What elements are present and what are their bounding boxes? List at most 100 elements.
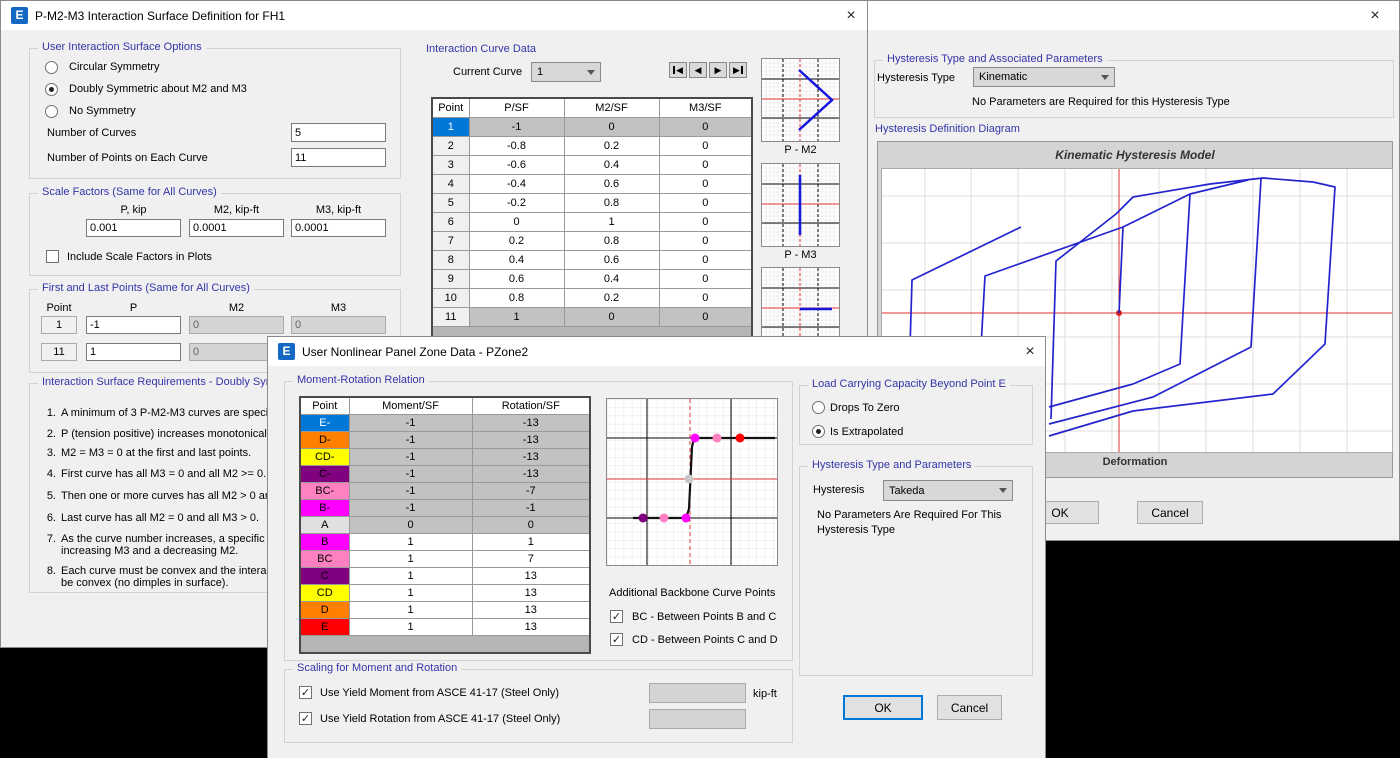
row-value-cell[interactable]: -1 — [349, 432, 472, 449]
row-point-cell[interactable]: 9 — [432, 270, 469, 289]
row-point-cell[interactable]: 2 — [432, 137, 469, 156]
row-value-cell[interactable]: -1 — [349, 449, 472, 466]
row-value-cell[interactable]: 0 — [659, 194, 752, 213]
row-point-cell[interactable]: 4 — [432, 175, 469, 194]
row-value-cell[interactable]: -1 — [349, 483, 472, 500]
row-point-cell[interactable]: B- — [300, 500, 349, 517]
row-value-cell[interactable]: 0 — [469, 213, 564, 232]
row-value-cell[interactable]: -1 — [349, 415, 472, 432]
table-row[interactable]: E--1-13 — [300, 415, 590, 432]
row-value-cell[interactable]: 0.8 — [564, 194, 659, 213]
row-value-cell[interactable]: -13 — [472, 449, 590, 466]
row-value-cell[interactable]: -13 — [472, 432, 590, 449]
row-point-cell[interactable]: E — [300, 619, 349, 636]
num-points-input[interactable]: 11 — [291, 148, 386, 167]
row-point-cell[interactable]: 3 — [432, 156, 469, 175]
row-value-cell[interactable]: 0 — [564, 308, 659, 327]
bc-points-checkbox[interactable]: ✓ — [610, 610, 623, 623]
nav-first-button[interactable]: ◀ — [669, 62, 687, 78]
row-point-cell[interactable]: 6 — [432, 213, 469, 232]
table-row[interactable]: BC--1-7 — [300, 483, 590, 500]
row-point-cell[interactable]: C- — [300, 466, 349, 483]
table-row[interactable]: 90.60.40 — [432, 270, 752, 289]
row-value-cell[interactable]: 13 — [472, 619, 590, 636]
row-value-cell[interactable]: 0.2 — [564, 137, 659, 156]
table-row[interactable]: C113 — [300, 568, 590, 585]
row-value-cell[interactable]: 1 — [349, 534, 472, 551]
row-value-cell[interactable]: 0 — [659, 308, 752, 327]
cancel-button[interactable]: Cancel — [937, 695, 1002, 720]
row-value-cell[interactable]: 13 — [472, 568, 590, 585]
row-value-cell[interactable]: 0 — [659, 156, 752, 175]
row-value-cell[interactable]: 0.6 — [564, 251, 659, 270]
row-value-cell[interactable]: 1 — [472, 534, 590, 551]
row-point-cell[interactable]: D- — [300, 432, 349, 449]
scale-m2-input[interactable]: 0.0001 — [189, 219, 284, 237]
row-value-cell[interactable]: 0.2 — [469, 232, 564, 251]
row-value-cell[interactable]: 1 — [349, 551, 472, 568]
row-point-cell[interactable]: A — [300, 517, 349, 534]
radio-is-extrapolated[interactable] — [812, 425, 825, 438]
table-row[interactable]: A00 — [300, 517, 590, 534]
table-row[interactable]: B11 — [300, 534, 590, 551]
row-value-cell[interactable]: 1 — [349, 602, 472, 619]
radio-doubly-symmetric[interactable] — [45, 83, 58, 96]
p-first-input[interactable]: -1 — [86, 316, 181, 334]
row-value-cell[interactable]: -13 — [472, 415, 590, 432]
row-value-cell[interactable]: -0.4 — [469, 175, 564, 194]
table-row[interactable]: 1-100 — [432, 118, 752, 137]
table-row[interactable]: 11100 — [432, 308, 752, 327]
close-icon[interactable]: × — [839, 5, 863, 26]
row-value-cell[interactable]: 1 — [564, 213, 659, 232]
row-point-cell[interactable]: CD- — [300, 449, 349, 466]
row-point-cell[interactable]: 5 — [432, 194, 469, 213]
row-point-cell[interactable]: CD — [300, 585, 349, 602]
row-value-cell[interactable]: 0 — [659, 251, 752, 270]
row-value-cell[interactable]: 0.4 — [564, 156, 659, 175]
table-row[interactable]: D113 — [300, 602, 590, 619]
radio-drops-to-zero[interactable] — [812, 401, 825, 414]
cancel-button[interactable]: Cancel — [1137, 501, 1203, 524]
row-point-cell[interactable]: BC- — [300, 483, 349, 500]
row-value-cell[interactable]: 0.6 — [469, 270, 564, 289]
table-row[interactable]: 5-0.20.80 — [432, 194, 752, 213]
row-value-cell[interactable]: -0.2 — [469, 194, 564, 213]
row-value-cell[interactable]: -7 — [472, 483, 590, 500]
hysteresis-type-select[interactable]: Kinematic — [973, 67, 1115, 87]
row-value-cell[interactable]: 7 — [472, 551, 590, 568]
pm2m3-titlebar[interactable]: E P-M2-M3 Interaction Surface Definition… — [1, 1, 867, 30]
table-row[interactable]: 80.40.60 — [432, 251, 752, 270]
row-point-cell[interactable]: D — [300, 602, 349, 619]
radio-circular-symmetry[interactable] — [45, 61, 58, 74]
scale-p-input[interactable]: 0.001 — [86, 219, 181, 237]
row-value-cell[interactable]: 0 — [659, 175, 752, 194]
current-curve-select[interactable]: 1 — [531, 62, 601, 82]
row-value-cell[interactable]: 0 — [659, 118, 752, 137]
nav-last-button[interactable]: ▶ — [729, 62, 747, 78]
cd-points-checkbox[interactable]: ✓ — [610, 633, 623, 646]
yield-moment-checkbox[interactable]: ✓ — [299, 686, 312, 699]
p-last-input[interactable]: 1 — [86, 343, 181, 361]
row-point-cell[interactable]: C — [300, 568, 349, 585]
table-row[interactable]: E113 — [300, 619, 590, 636]
row-value-cell[interactable]: 0 — [659, 213, 752, 232]
close-icon[interactable]: × — [1363, 5, 1387, 26]
row-value-cell[interactable]: 0 — [659, 289, 752, 308]
row-value-cell[interactable]: 13 — [472, 585, 590, 602]
table-row[interactable]: 100.80.20 — [432, 289, 752, 308]
hysteresis-window-titlebar[interactable] — [861, 1, 1399, 30]
ok-button[interactable]: OK — [843, 695, 923, 720]
row-value-cell[interactable]: 0 — [472, 517, 590, 534]
include-scale-checkbox[interactable] — [46, 250, 59, 263]
row-point-cell[interactable]: BC — [300, 551, 349, 568]
row-point-cell[interactable]: E- — [300, 415, 349, 432]
row-value-cell[interactable]: 13 — [472, 602, 590, 619]
row-value-cell[interactable]: 1 — [349, 585, 472, 602]
row-point-cell[interactable]: 11 — [432, 308, 469, 327]
row-value-cell[interactable]: -0.6 — [469, 156, 564, 175]
hysteresis-select[interactable]: Takeda — [883, 480, 1013, 501]
row-point-cell[interactable]: B — [300, 534, 349, 551]
row-value-cell[interactable]: -1 — [472, 500, 590, 517]
table-row[interactable]: 4-0.40.60 — [432, 175, 752, 194]
row-value-cell[interactable]: 0 — [564, 118, 659, 137]
